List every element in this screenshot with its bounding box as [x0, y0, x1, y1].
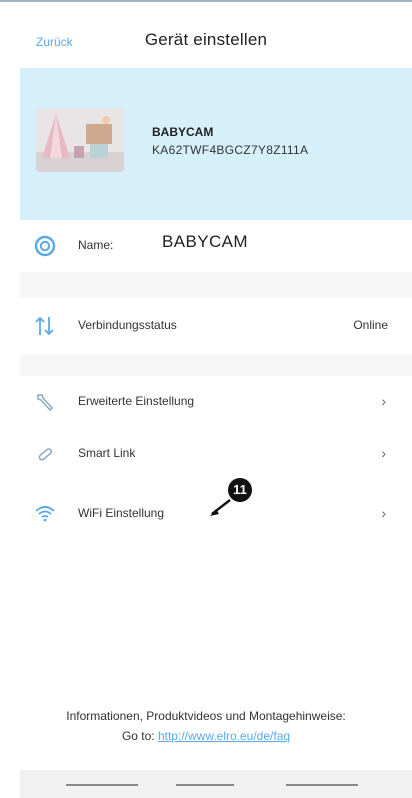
device-thumbnail [36, 108, 124, 172]
wifi-icon [34, 503, 56, 525]
row-smart-link[interactable]: Smart Link › [20, 428, 412, 480]
nav-back-indicator[interactable] [66, 784, 138, 786]
page-title: Gerät einstellen [144, 30, 268, 49]
faq-link[interactable]: http://www.elro.eu/de/faq [158, 729, 290, 743]
footer-info: Informationen, Produktvideos und Montage… [0, 706, 412, 746]
chevron-right-icon: › [381, 505, 386, 521]
name-value[interactable]: BABYCAM [162, 232, 248, 252]
link-icon [34, 443, 56, 465]
row-advanced-settings[interactable]: Erweiterte Einstellung › [20, 376, 412, 428]
row-connection-status: Verbindungsstatus Online [20, 298, 412, 354]
connection-status-label: Verbindungsstatus [78, 318, 177, 332]
wifi-settings-label: WiFi Einstellung [78, 506, 165, 520]
device-name: BABYCAM [152, 125, 214, 139]
device-card: BABYCAM KA62TWF4BGCZ7Y8Z111A [20, 68, 412, 220]
device-id: KA62TWF4BGCZ7Y8Z111A [152, 143, 309, 157]
header: Zurück Gerät einstellen [0, 2, 412, 68]
step-callout: 11 [208, 478, 262, 518]
footer-info-text: Informationen, Produktvideos und Montage… [66, 709, 346, 723]
row-name[interactable]: Name: BABYCAM [20, 220, 412, 272]
smart-link-label: Smart Link [78, 446, 136, 460]
nav-home-indicator[interactable] [176, 784, 234, 786]
nav-recents-indicator[interactable] [286, 784, 358, 786]
footer-goto-line: Go to: http://www.elro.eu/de/faq [0, 726, 412, 746]
name-label: Name: [78, 238, 114, 252]
section-gap [20, 272, 412, 298]
clock-circle-icon [34, 235, 56, 257]
advanced-settings-label: Erweiterte Einstellung [78, 394, 195, 408]
section-gap [20, 354, 412, 376]
footer-goto-label: Go to: [121, 729, 155, 743]
chevron-right-icon: › [381, 445, 386, 461]
system-nav-bar [20, 770, 412, 798]
chevron-right-icon: › [381, 393, 386, 409]
wrench-icon [34, 391, 56, 413]
connection-status-value: Online [353, 318, 388, 332]
up-down-arrows-icon [34, 315, 56, 337]
callout-number: 11 [233, 482, 247, 497]
